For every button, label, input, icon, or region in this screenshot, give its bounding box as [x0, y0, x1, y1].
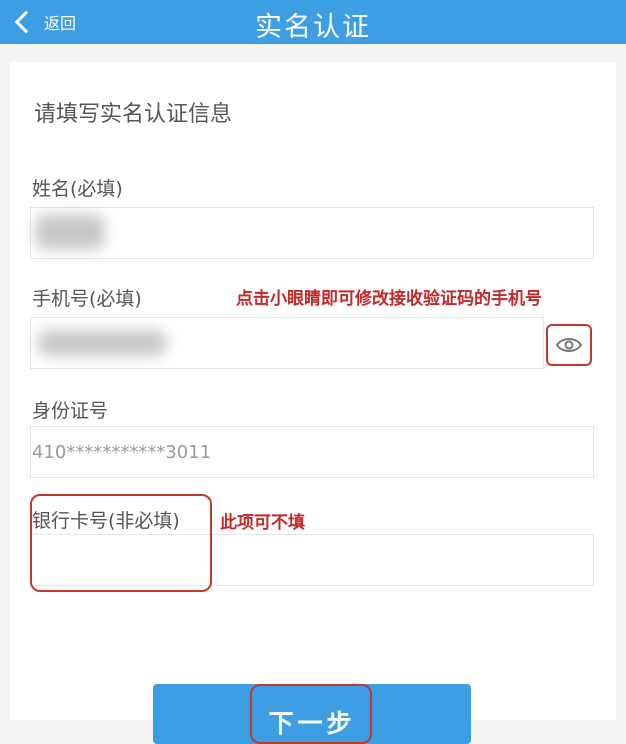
name-label: 姓名(必填) [32, 178, 123, 200]
eye-icon [556, 338, 582, 352]
phone-label: 手机号(必填) [32, 288, 142, 310]
id-value: 410***********3011 [32, 442, 212, 463]
bank-hint-annotation: 此项可不填 [220, 513, 305, 533]
name-input[interactable] [30, 207, 594, 259]
bank-highlight-box [30, 494, 212, 592]
redacted-phone [37, 330, 167, 356]
eye-hint-annotation: 点击小眼睛即可修改接收验证码的手机号 [236, 289, 542, 309]
form-card: 请填写实名认证信息 姓名(必填) 手机号(必填) 点击小眼睛即可修改接收验证码的… [10, 62, 616, 744]
form-intro: 请填写实名认证信息 [34, 102, 233, 127]
eye-toggle-button[interactable] [546, 324, 592, 366]
phone-input[interactable] [30, 317, 544, 369]
next-highlight-box [250, 684, 372, 744]
page-title: 实名认证 [255, 12, 371, 43]
top-bar: 返回 实名认证 [0, 0, 626, 44]
id-label: 身份证号 [32, 400, 109, 422]
redacted-name [35, 214, 105, 250]
